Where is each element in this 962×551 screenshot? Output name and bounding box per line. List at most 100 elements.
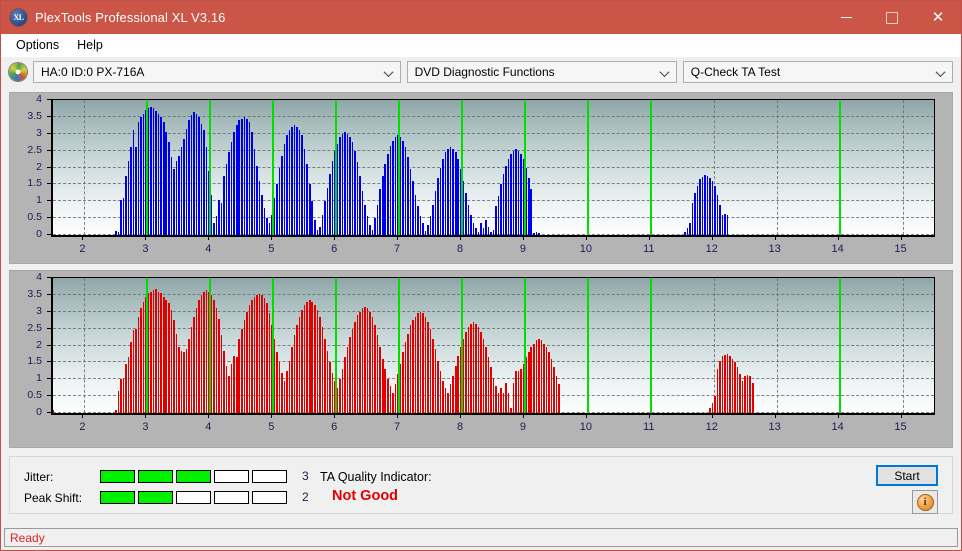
- chart-bar: [298, 130, 301, 235]
- app-logo-icon: XL: [10, 9, 27, 26]
- chart-bar: [238, 120, 241, 235]
- chart-bar: [155, 110, 157, 235]
- chart-bar: [427, 224, 429, 235]
- menu-item-help[interactable]: Help: [68, 36, 112, 54]
- chart-bar: [485, 219, 487, 235]
- chart-bar: [505, 382, 507, 413]
- chart-bar: [203, 291, 205, 413]
- chevron-down-icon: [937, 68, 945, 76]
- chart-bar: [376, 204, 379, 235]
- chart-bar: [543, 343, 545, 413]
- gridline-horizontal: [53, 99, 934, 100]
- x-axis-tick-label: 12: [705, 243, 718, 255]
- chart-bar: [517, 370, 520, 413]
- chart-bar: [130, 147, 132, 235]
- chart-bar: [215, 216, 218, 235]
- chart-bar: [502, 392, 505, 413]
- chart-bar: [263, 208, 266, 235]
- chart-bar: [288, 130, 291, 235]
- chart-bar: [354, 321, 356, 413]
- chart-bar: [553, 367, 555, 413]
- chart-bar: [283, 143, 286, 235]
- chart-bar: [487, 226, 490, 235]
- chart-bar: [185, 128, 188, 235]
- chart-bar: [132, 330, 135, 413]
- chart-bar: [538, 338, 540, 413]
- menu-bar: Options Help: [1, 34, 961, 57]
- chart-bar: [729, 355, 731, 413]
- x-axis-tick-mark: [900, 236, 902, 240]
- x-axis-tick-label: 3: [142, 421, 149, 433]
- chart-bar: [480, 223, 482, 235]
- function-select[interactable]: DVD Diagnostic Functions: [406, 61, 677, 83]
- y-axis-tick-mark: [47, 217, 51, 219]
- close-button[interactable]: ✕: [915, 1, 961, 34]
- chart-bar: [739, 374, 741, 413]
- sector-marker: [523, 100, 526, 235]
- chart-bar: [424, 230, 427, 235]
- chart-bar: [157, 113, 160, 235]
- chart-bar: [404, 342, 407, 413]
- chart-bar: [137, 316, 140, 413]
- chevron-down-icon: [385, 68, 393, 76]
- x-axis-tick-mark: [774, 236, 776, 240]
- chart-bar: [394, 384, 397, 413]
- x-axis-tick-label: 5: [268, 243, 275, 255]
- test-select[interactable]: Q-Check TA Test: [682, 61, 953, 83]
- chart-bar: [714, 396, 716, 413]
- chart-bar: [505, 165, 507, 235]
- chart-bar: [540, 340, 543, 413]
- peak-shift-label: Peak Shift:: [24, 491, 83, 505]
- chart-bar: [394, 137, 397, 235]
- sector-marker: [146, 100, 149, 235]
- chart-bar: [326, 350, 329, 413]
- start-button[interactable]: Start: [876, 465, 938, 486]
- minimize-button[interactable]: [823, 1, 869, 34]
- chart-bar: [379, 189, 381, 235]
- chart-bar: [434, 191, 437, 235]
- chart-bar: [173, 320, 175, 413]
- chart-bar: [53, 410, 54, 413]
- chevron-down-icon: [661, 68, 669, 76]
- chart-bar: [736, 367, 739, 413]
- maximize-button[interactable]: [869, 1, 915, 34]
- chart-bar: [482, 338, 485, 413]
- menu-item-options[interactable]: Options: [7, 36, 68, 54]
- chart-bar: [716, 369, 719, 413]
- chart-bar: [115, 409, 117, 413]
- chart-bar: [434, 348, 437, 413]
- minimize-icon: [840, 17, 852, 18]
- x-axis-tick-mark: [271, 414, 273, 418]
- chart-bar: [457, 159, 460, 235]
- chart-bar: [324, 201, 326, 235]
- x-axis-tick-mark: [334, 414, 336, 418]
- chart-bar: [432, 338, 434, 413]
- x-axis-tick-label: 3: [142, 243, 149, 255]
- x-axis-tick-label: 9: [519, 243, 527, 255]
- chart-bar: [520, 369, 522, 413]
- chart-bar: [527, 177, 530, 235]
- chart-bar: [351, 328, 354, 413]
- jitter-meter: [100, 470, 287, 483]
- chart-bar: [402, 140, 404, 235]
- chart-bar: [364, 204, 366, 235]
- x-axis-tick-label: 12: [705, 421, 718, 433]
- info-button[interactable]: i: [912, 490, 938, 514]
- chart-bar: [140, 308, 142, 413]
- test-select-value: Q-Check TA Test: [690, 65, 781, 79]
- chart-bar: [497, 392, 500, 413]
- y-axis-tick-label: 0: [36, 228, 42, 240]
- chart-bar: [507, 392, 510, 413]
- chart-bar: [233, 355, 235, 413]
- drive-select[interactable]: HA:0 ID:0 PX-716A: [33, 61, 401, 83]
- chart-bar: [278, 362, 281, 413]
- chart-bar: [120, 379, 122, 413]
- chart-bar: [117, 391, 120, 413]
- chart-bar: [432, 204, 434, 235]
- chart-bar: [241, 328, 243, 413]
- chart-bar: [407, 333, 409, 413]
- chart-bar: [492, 377, 495, 413]
- chart-bar: [278, 167, 281, 235]
- chart-bar: [741, 380, 744, 413]
- chart-bar: [248, 305, 251, 413]
